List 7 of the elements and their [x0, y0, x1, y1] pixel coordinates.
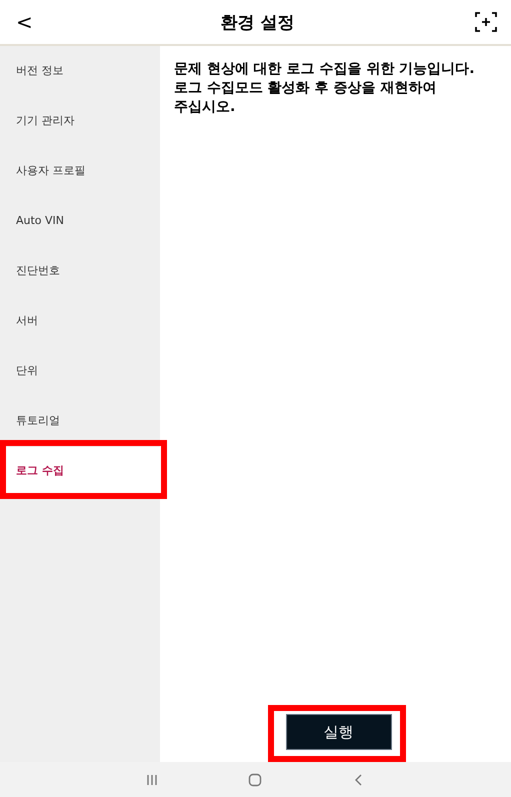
back-button[interactable]: <: [0, 10, 40, 34]
description-text: 문제 현상에 대한 로그 수집을 위한 기능입니다. 로그 수집모드 활성화 후 증상을 재현하여 주십시오.: [174, 60, 476, 117]
screen-title: 환경 설정: [220, 12, 296, 34]
home-icon[interactable]: [248, 772, 262, 786]
run-button[interactable]: 실행: [286, 714, 392, 750]
capture-icon[interactable]: [475, 12, 497, 32]
recent-apps-icon[interactable]: [144, 772, 159, 786]
